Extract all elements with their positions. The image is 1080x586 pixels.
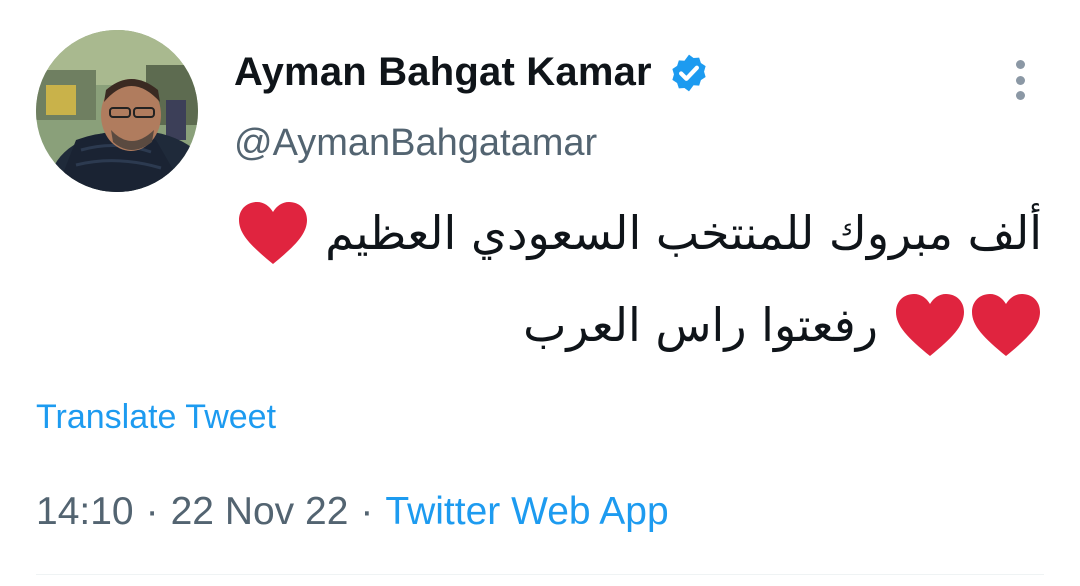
tweet-source-link[interactable]: Twitter Web App (385, 490, 668, 534)
author-handle[interactable]: @AymanBahgatamar (234, 122, 597, 165)
tweet-text-line-1: ألف مبروك للمنتخب السعودي العظيم (237, 200, 1042, 266)
more-dot (1015, 91, 1025, 100)
divider (36, 574, 1044, 575)
tweet-date[interactable]: 22 Nov 22 (171, 490, 349, 534)
verified-badge-icon (672, 54, 706, 91)
tweet-time[interactable]: 14:10 (36, 490, 134, 534)
meta-separator: · (145, 490, 159, 533)
tweet-meta: 14:10 · 22 Nov 22 · Twitter Web App (36, 490, 669, 534)
tweet-text: ألف مبروك للمنتخب السعودي العظيم (325, 206, 1042, 260)
heart-emoji-icon (239, 202, 308, 264)
author-row: Ayman Bahgat Kamar (234, 50, 710, 95)
avatar-photo (36, 30, 198, 192)
tweet-text-line-2: رفعتوا راس العرب (523, 292, 1042, 358)
heart-emoji-group (894, 292, 1042, 358)
more-dot (1015, 75, 1025, 85)
more-dot (1015, 60, 1025, 69)
translate-tweet-link[interactable]: Translate Tweet (36, 398, 276, 437)
tweet-text: رفعتوا راس العرب (523, 298, 878, 352)
author-name[interactable]: Ayman Bahgat Kamar (234, 50, 652, 95)
avatar[interactable] (36, 30, 198, 192)
heart-emoji-icon (972, 294, 1040, 356)
heart-emoji-icon (896, 294, 964, 356)
meta-separator: · (360, 490, 374, 533)
more-options-icon[interactable] (1006, 58, 1034, 102)
